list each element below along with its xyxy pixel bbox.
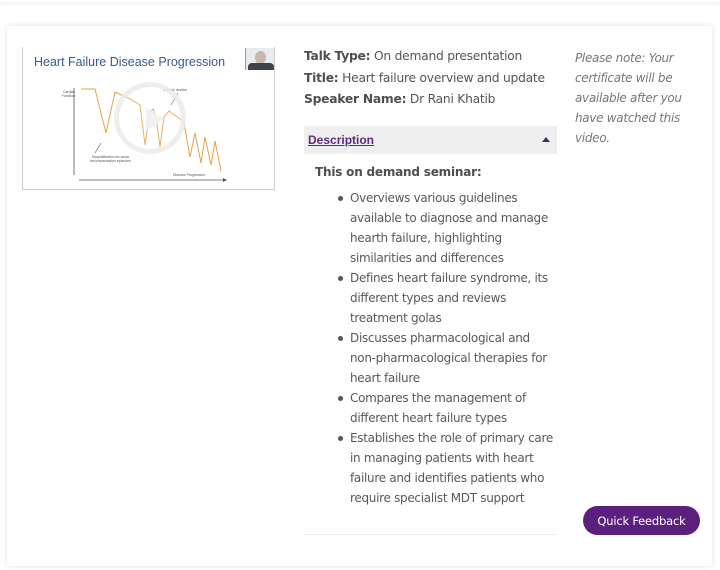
list-item-text: Establishes the role of primary care in … (350, 431, 553, 505)
top-bar-edge (0, 0, 720, 2)
description-divider (304, 534, 557, 535)
list-item: Overviews various guidelines available t… (338, 188, 557, 268)
slide-y-label: Cardiac Function (61, 90, 75, 98)
list-item-text: Overviews various guidelines available t… (350, 191, 548, 265)
play-circle-icon[interactable] (114, 82, 186, 154)
bullet-icon (338, 396, 343, 401)
speaker-value: Dr Rani Khatib (409, 92, 496, 106)
list-item: Defines heart failure syndrome, its diff… (338, 268, 557, 328)
play-icon (146, 107, 164, 131)
slide-annotation-pointer-bottom (94, 142, 102, 154)
talk-type-row: Talk Type: On demand presentation (304, 46, 557, 68)
speaker-label: Speaker Name: (304, 92, 407, 106)
list-item: Discusses pharmacological and non-pharma… (338, 328, 557, 388)
bullet-icon (338, 436, 343, 441)
slide-annotation-bottom: Hospitalisation for acute decompensation… (90, 155, 131, 163)
list-item-text: Defines heart failure syndrome, its diff… (350, 271, 548, 325)
list-item-text: Compares the management of different hea… (350, 391, 526, 425)
quick-feedback-button[interactable]: Quick Feedback (583, 506, 700, 535)
bullet-icon (338, 276, 343, 281)
talk-type-label: Talk Type: (304, 49, 371, 63)
description-body: This on demand seminar: Overviews variou… (304, 162, 557, 508)
list-item: Establishes the role of primary care in … (338, 428, 557, 508)
description-list: Overviews various guidelines available t… (304, 188, 557, 508)
talk-info: Talk Type: On demand presentation Title:… (304, 46, 557, 111)
title-row: Title: Heart failure overview and update (304, 68, 557, 90)
slide-x-label: Disease Progression (173, 173, 206, 177)
description-intro: This on demand seminar: (315, 165, 482, 179)
certificate-note: Please note: Your certificate will be av… (575, 51, 682, 145)
title-label: Title: (304, 70, 339, 85)
speaker-row: Speaker Name: Dr Rani Khatib (304, 89, 557, 111)
title-value: Heart failure overview and update (342, 70, 545, 85)
video-player-thumbnail[interactable]: Heart Failure Disease Progression Cardia… (22, 47, 275, 190)
list-item-text: Discusses pharmacological and non-pharma… (350, 331, 547, 385)
caret-up-icon[interactable] (542, 137, 550, 142)
slide-x-arrow (223, 178, 227, 182)
presentation-card: Heart Failure Disease Progression Cardia… (7, 26, 712, 566)
description-accordion-header[interactable]: Description (304, 126, 557, 154)
talk-type-value: On demand presentation (373, 49, 523, 63)
list-item: Compares the management of different hea… (338, 388, 557, 428)
bullet-icon (338, 196, 343, 201)
description-toggle-link[interactable]: Description (308, 133, 374, 147)
bullet-icon (338, 336, 343, 341)
